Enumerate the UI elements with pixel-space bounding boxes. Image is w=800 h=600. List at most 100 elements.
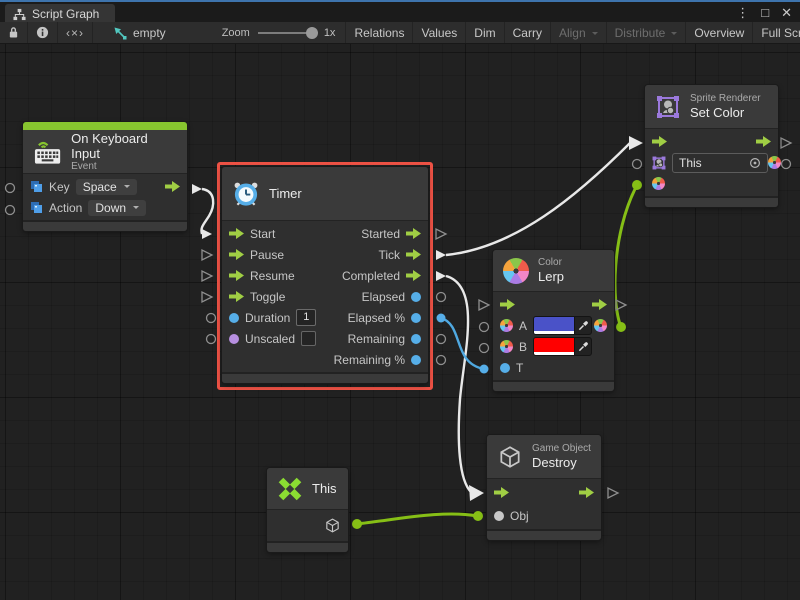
- unscaled-checkbox[interactable]: [301, 331, 316, 346]
- port-lerp-flow-out[interactable]: [616, 300, 626, 310]
- color-swatch-b[interactable]: [534, 338, 574, 355]
- color-port-icon[interactable]: [500, 319, 513, 332]
- values-button[interactable]: Values: [413, 22, 466, 43]
- game-object-port-icon[interactable]: [324, 517, 341, 534]
- port-setcolor-color-in[interactable]: [632, 180, 642, 190]
- port-destroy-flow-out[interactable]: [608, 488, 618, 498]
- port-setcolor-result[interactable]: [782, 160, 791, 169]
- port-timer-started[interactable]: [436, 229, 446, 239]
- bool-port-icon[interactable]: [229, 334, 239, 344]
- target-icon[interactable]: [749, 157, 761, 169]
- port-timer-remaining-percent[interactable]: [437, 356, 446, 365]
- port-t-in[interactable]: [480, 365, 489, 374]
- port-timer-remaining[interactable]: [437, 335, 446, 344]
- variables-button[interactable]: ‹×›: [58, 22, 93, 43]
- flow-arrow-icon[interactable]: [406, 228, 421, 239]
- value-port-icon[interactable]: [411, 313, 421, 323]
- info-button[interactable]: [28, 22, 58, 43]
- lock-button[interactable]: [0, 22, 28, 43]
- color-port-icon[interactable]: [594, 319, 607, 332]
- tab-script-graph[interactable]: Script Graph: [5, 4, 115, 24]
- window-menu-icon[interactable]: ⋮: [736, 6, 749, 19]
- port-timer-unscaled[interactable]: [207, 335, 216, 344]
- close-icon[interactable]: ✕: [781, 6, 792, 19]
- port-lerp-flow-in[interactable]: [479, 300, 489, 310]
- port-timer-completed[interactable]: [436, 271, 446, 281]
- duration-input[interactable]: 1: [296, 309, 316, 326]
- color-field-a[interactable]: [533, 316, 592, 335]
- flow-arrow-icon[interactable]: [756, 136, 771, 147]
- object-port-icon[interactable]: [494, 511, 504, 521]
- node-this[interactable]: This: [267, 468, 348, 552]
- port-setcolor-target[interactable]: [633, 160, 642, 169]
- port-setcolor-flow-out[interactable]: [781, 138, 791, 148]
- port-this-out[interactable]: [352, 519, 362, 529]
- zoom-slider-handle[interactable]: [306, 27, 318, 39]
- action-dropdown[interactable]: Down: [88, 200, 146, 216]
- port-timer-duration[interactable]: [207, 314, 216, 323]
- overview-button[interactable]: Overview: [686, 22, 753, 43]
- port-timer-elapsed[interactable]: [437, 293, 446, 302]
- port-keyboard-trigger-out[interactable]: [192, 184, 202, 194]
- eyedropper-icon[interactable]: [574, 317, 591, 334]
- key-dropdown[interactable]: Space: [76, 179, 137, 195]
- color-field-b[interactable]: [533, 337, 592, 356]
- color-port-icon[interactable]: [652, 177, 665, 190]
- port-lerp-a[interactable]: [480, 323, 489, 332]
- value-port-icon[interactable]: [411, 355, 421, 365]
- flow-arrow-icon[interactable]: [406, 270, 421, 281]
- port-lerp-b[interactable]: [480, 344, 489, 353]
- node-color-lerp[interactable]: Color Lerp A: [493, 250, 614, 391]
- wire-completed-to-destroy[interactable]: [446, 276, 471, 492]
- flow-arrow-icon[interactable]: [165, 181, 180, 192]
- value-port-icon[interactable]: [229, 313, 239, 323]
- flow-arrow-icon[interactable]: [229, 291, 244, 302]
- graph-pointer[interactable]: empty: [93, 22, 176, 43]
- value-port-icon[interactable]: [411, 334, 421, 344]
- node-header: Sprite Renderer Set Color: [645, 85, 778, 129]
- port-timer-toggle[interactable]: [202, 292, 212, 302]
- flow-arrow-icon[interactable]: [406, 249, 421, 260]
- flow-arrow-icon[interactable]: [229, 228, 244, 239]
- wire-keyboard-to-timer[interactable]: [201, 189, 213, 234]
- port-timer-start[interactable]: [202, 229, 212, 239]
- wire-elapsed-to-t[interactable]: [441, 318, 484, 369]
- port-lerp-result-out[interactable]: [616, 322, 626, 332]
- color-swatch-a[interactable]: [534, 317, 574, 334]
- graph-canvas[interactable]: On Keyboard Input Event Key Space: [0, 44, 800, 600]
- chevron-down-icon: [124, 185, 130, 191]
- port-timer-tick[interactable]: [436, 250, 446, 260]
- dim-button[interactable]: Dim: [466, 22, 504, 43]
- port-elapsed-percent-out[interactable]: [437, 314, 446, 323]
- port-keyboard-key[interactable]: [6, 184, 15, 193]
- wire-tick-to-setcolor[interactable]: [446, 143, 630, 255]
- target-field[interactable]: This: [672, 153, 768, 173]
- port-obj-in[interactable]: [473, 511, 483, 521]
- eyedropper-icon[interactable]: [574, 338, 591, 355]
- port-keyboard-action[interactable]: [6, 206, 15, 215]
- value-port-icon[interactable]: [500, 363, 510, 373]
- flow-arrow-icon[interactable]: [229, 249, 244, 260]
- flow-arrow-icon[interactable]: [494, 487, 509, 498]
- node-destroy[interactable]: Game Object Destroy Obj: [487, 435, 601, 540]
- flow-arrow-icon[interactable]: [592, 299, 607, 310]
- wire-this-to-obj[interactable]: [357, 514, 477, 524]
- wire-lerp-to-setcolor[interactable]: [615, 187, 636, 327]
- value-port-icon[interactable]: [411, 292, 421, 302]
- relations-button[interactable]: Relations: [346, 22, 413, 43]
- flow-arrow-icon[interactable]: [229, 270, 244, 281]
- full-screen-button[interactable]: Full Screen: [753, 22, 800, 43]
- port-timer-resume[interactable]: [202, 271, 212, 281]
- flow-arrow-icon[interactable]: [652, 136, 667, 147]
- node-timer[interactable]: Timer Start Started Pause Tick Resume Co…: [222, 167, 428, 383]
- port-timer-pause[interactable]: [202, 250, 212, 260]
- carry-button[interactable]: Carry: [505, 22, 551, 43]
- flow-arrow-icon[interactable]: [579, 487, 594, 498]
- node-on-keyboard-input[interactable]: On Keyboard Input Event Key Space: [23, 122, 187, 231]
- flow-arrow-icon[interactable]: [500, 299, 515, 310]
- color-port-icon[interactable]: [768, 156, 781, 169]
- node-set-color[interactable]: Sprite Renderer Set Color: [645, 85, 778, 207]
- color-port-icon[interactable]: [500, 340, 513, 353]
- zoom-slider[interactable]: [258, 32, 316, 34]
- maximize-icon[interactable]: □: [761, 6, 769, 19]
